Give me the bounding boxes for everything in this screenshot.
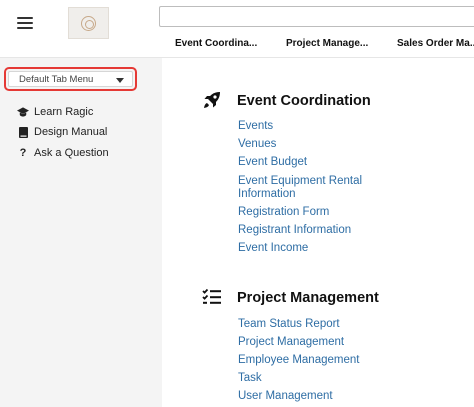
sidebar-item-label: Ask a Question [34, 147, 109, 159]
search-input[interactable] [159, 6, 474, 27]
main-content: Event Coordination Events Venues Event B… [162, 58, 474, 407]
link-user-management[interactable]: User Management [238, 390, 333, 403]
task-list-icon [202, 288, 222, 308]
tab-menu-highlight: Default Tab Menu [4, 67, 137, 91]
link-employee-management[interactable]: Employee Management [238, 354, 359, 367]
company-logo[interactable] [68, 7, 109, 39]
tab-event-coordination[interactable]: Event Coordina... [175, 38, 257, 49]
tab-menu-dropdown[interactable]: Default Tab Menu [8, 71, 133, 87]
hamburger-icon[interactable] [17, 17, 33, 31]
sidebar: Default Tab Menu Learn Ragic Design Manu… [0, 58, 162, 407]
graduation-cap-icon [17, 106, 29, 118]
sidebar-item-ask-question[interactable]: ? Ask a Question [17, 145, 109, 161]
top-bar: Event Coordina... Project Manage... Sale… [0, 0, 474, 58]
sidebar-item-label: Learn Ragic [34, 106, 94, 118]
tab-project-management[interactable]: Project Manage... [286, 38, 368, 49]
link-project-management[interactable]: Project Management [238, 336, 344, 349]
link-team-status-report[interactable]: Team Status Report [238, 318, 340, 331]
link-registrant-information[interactable]: Registrant Information [238, 224, 351, 237]
tab-sales-order-management[interactable]: Sales Order Ma... [397, 38, 474, 49]
link-event-equipment-rental-information[interactable]: Information [238, 188, 296, 201]
tab-menu-label: Default Tab Menu [19, 74, 94, 85]
caret-down-icon [116, 78, 124, 83]
link-event-budget[interactable]: Event Budget [238, 156, 307, 169]
rocket-icon [202, 90, 222, 110]
sidebar-item-label: Design Manual [34, 126, 108, 138]
link-event-income[interactable]: Event Income [238, 242, 308, 255]
section-title-event-coordination: Event Coordination [237, 93, 371, 109]
book-icon [17, 126, 29, 138]
question-icon: ? [19, 147, 27, 159]
sidebar-item-design-manual[interactable]: Design Manual [17, 124, 107, 140]
sidebar-item-learn-ragic[interactable]: Learn Ragic [17, 104, 93, 120]
logo-mark [81, 15, 96, 31]
section-title-project-management: Project Management [237, 290, 379, 306]
link-task[interactable]: Task [238, 372, 262, 385]
link-registration-form[interactable]: Registration Form [238, 206, 329, 219]
link-venues[interactable]: Venues [238, 138, 276, 151]
link-events[interactable]: Events [238, 120, 273, 133]
link-event-equipment-rental[interactable]: Event Equipment Rental [238, 175, 362, 188]
